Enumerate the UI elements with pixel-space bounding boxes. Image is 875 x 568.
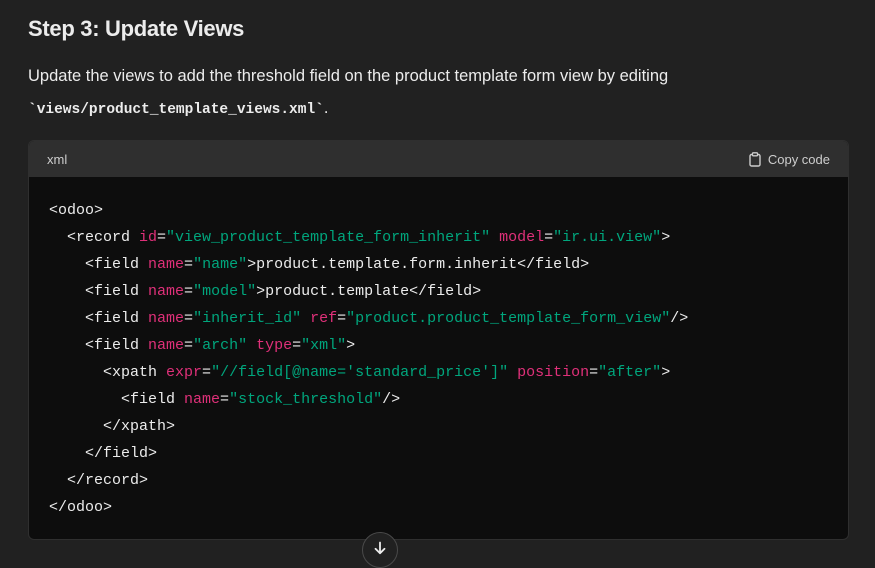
code-token-tag: >product.template.form.inherit</field> xyxy=(247,256,590,273)
code-token-attr: name xyxy=(148,337,185,354)
code-token-tag: > xyxy=(661,364,671,381)
section-paragraph: Update the views to add the threshold fi… xyxy=(28,60,848,126)
code-token-attr: id xyxy=(139,229,158,246)
code-token-attr: type xyxy=(256,337,293,354)
code-token-str: "xml" xyxy=(301,337,347,354)
code-token-tag: </record> xyxy=(49,472,149,489)
code-token-attr: name xyxy=(184,391,221,408)
code-line: <odoo> xyxy=(49,197,828,224)
code-token-tag: = xyxy=(184,283,194,300)
section-heading: Step 3: Update Views xyxy=(28,16,245,41)
code-token-tag: /> xyxy=(670,310,689,327)
code-token-tag xyxy=(490,229,499,246)
copy-code-button[interactable]: Copy code xyxy=(748,152,830,167)
scroll-to-bottom-button[interactable] xyxy=(362,532,398,568)
code-token-tag: <field xyxy=(49,337,149,354)
code-block-header: xml Copy code xyxy=(29,141,848,177)
code-token-tag: </xpath> xyxy=(49,418,176,435)
code-token-tag: <field xyxy=(49,310,149,327)
paragraph-text: Update the views to add the threshold fi… xyxy=(28,67,669,85)
code-token-tag: = xyxy=(292,337,302,354)
code-token-tag: = xyxy=(184,310,194,327)
code-token-str: "inherit_id" xyxy=(193,310,302,327)
code-token-attr: model xyxy=(499,229,545,246)
code-line: <record id="view_product_template_form_i… xyxy=(49,224,828,251)
code-line: </odoo> xyxy=(49,494,828,521)
code-token-tag: <record xyxy=(49,229,140,246)
code-token-tag: <odoo> xyxy=(49,202,104,219)
code-token-tag: = xyxy=(589,364,599,381)
code-token-tag: </field> xyxy=(49,445,158,462)
code-token-attr: name xyxy=(148,310,185,327)
code-token-str: "model" xyxy=(193,283,257,300)
code-token-attr: ref xyxy=(310,310,338,327)
code-token-attr: name xyxy=(148,283,185,300)
code-token-tag: = xyxy=(184,337,194,354)
inline-code-filename: `views/product_template_views.xml` xyxy=(28,102,324,118)
code-token-str: "arch" xyxy=(193,337,248,354)
code-line: <field name="arch" type="xml"> xyxy=(49,332,828,359)
code-token-tag: <field xyxy=(49,391,185,408)
code-token-attr: position xyxy=(517,364,590,381)
code-token-tag: = xyxy=(184,256,194,273)
code-token-tag: </odoo> xyxy=(49,499,113,516)
code-token-tag: >product.template</field> xyxy=(256,283,482,300)
code-token-str: "ir.ui.view" xyxy=(553,229,662,246)
paragraph-end: . xyxy=(323,99,329,117)
code-token-str: "stock_threshold" xyxy=(229,391,383,408)
code-token-tag xyxy=(508,364,517,381)
code-token-tag: = xyxy=(220,391,230,408)
code-line: <xpath expr="//field[@name='standard_pri… xyxy=(49,359,828,386)
code-token-str: "name" xyxy=(193,256,248,273)
code-token-tag: = xyxy=(202,364,212,381)
code-token-tag: <field xyxy=(49,256,149,273)
code-token-attr: name xyxy=(148,256,185,273)
code-line: </record> xyxy=(49,467,828,494)
code-token-str: "//field[@name='standard_price']" xyxy=(211,364,509,381)
code-language-label: xml xyxy=(47,151,68,167)
code-token-tag: = xyxy=(544,229,554,246)
code-token-attr: expr xyxy=(166,364,203,381)
code-token-tag: = xyxy=(157,229,167,246)
code-line: <field name="name">product.template.form… xyxy=(49,251,828,278)
code-line: </field> xyxy=(49,440,828,467)
code-line: <field name="stock_threshold"/> xyxy=(49,386,828,413)
code-token-tag xyxy=(301,310,310,327)
code-token-str: "product.product_template_form_view" xyxy=(346,310,671,327)
code-token-tag: <xpath xyxy=(49,364,167,381)
clipboard-icon xyxy=(748,151,762,167)
code-token-tag: = xyxy=(337,310,347,327)
arrow-down-icon xyxy=(372,540,388,561)
code-token-tag: > xyxy=(346,337,356,354)
code-block: xml Copy code <odoo> <record id="view_pr… xyxy=(28,140,849,540)
code-token-tag: <field xyxy=(49,283,149,300)
code-token-tag xyxy=(247,337,256,354)
code-content: <odoo> <record id="view_product_template… xyxy=(29,177,848,521)
code-token-str: "view_product_template_form_inherit" xyxy=(166,229,491,246)
code-token-tag: > xyxy=(661,229,671,246)
code-line: <field name="inherit_id" ref="product.pr… xyxy=(49,305,828,332)
code-line: <field name="model">product.template</fi… xyxy=(49,278,828,305)
code-token-tag: /> xyxy=(382,391,401,408)
code-line: </xpath> xyxy=(49,413,828,440)
code-token-str: "after" xyxy=(598,364,662,381)
copy-code-label: Copy code xyxy=(767,151,830,167)
